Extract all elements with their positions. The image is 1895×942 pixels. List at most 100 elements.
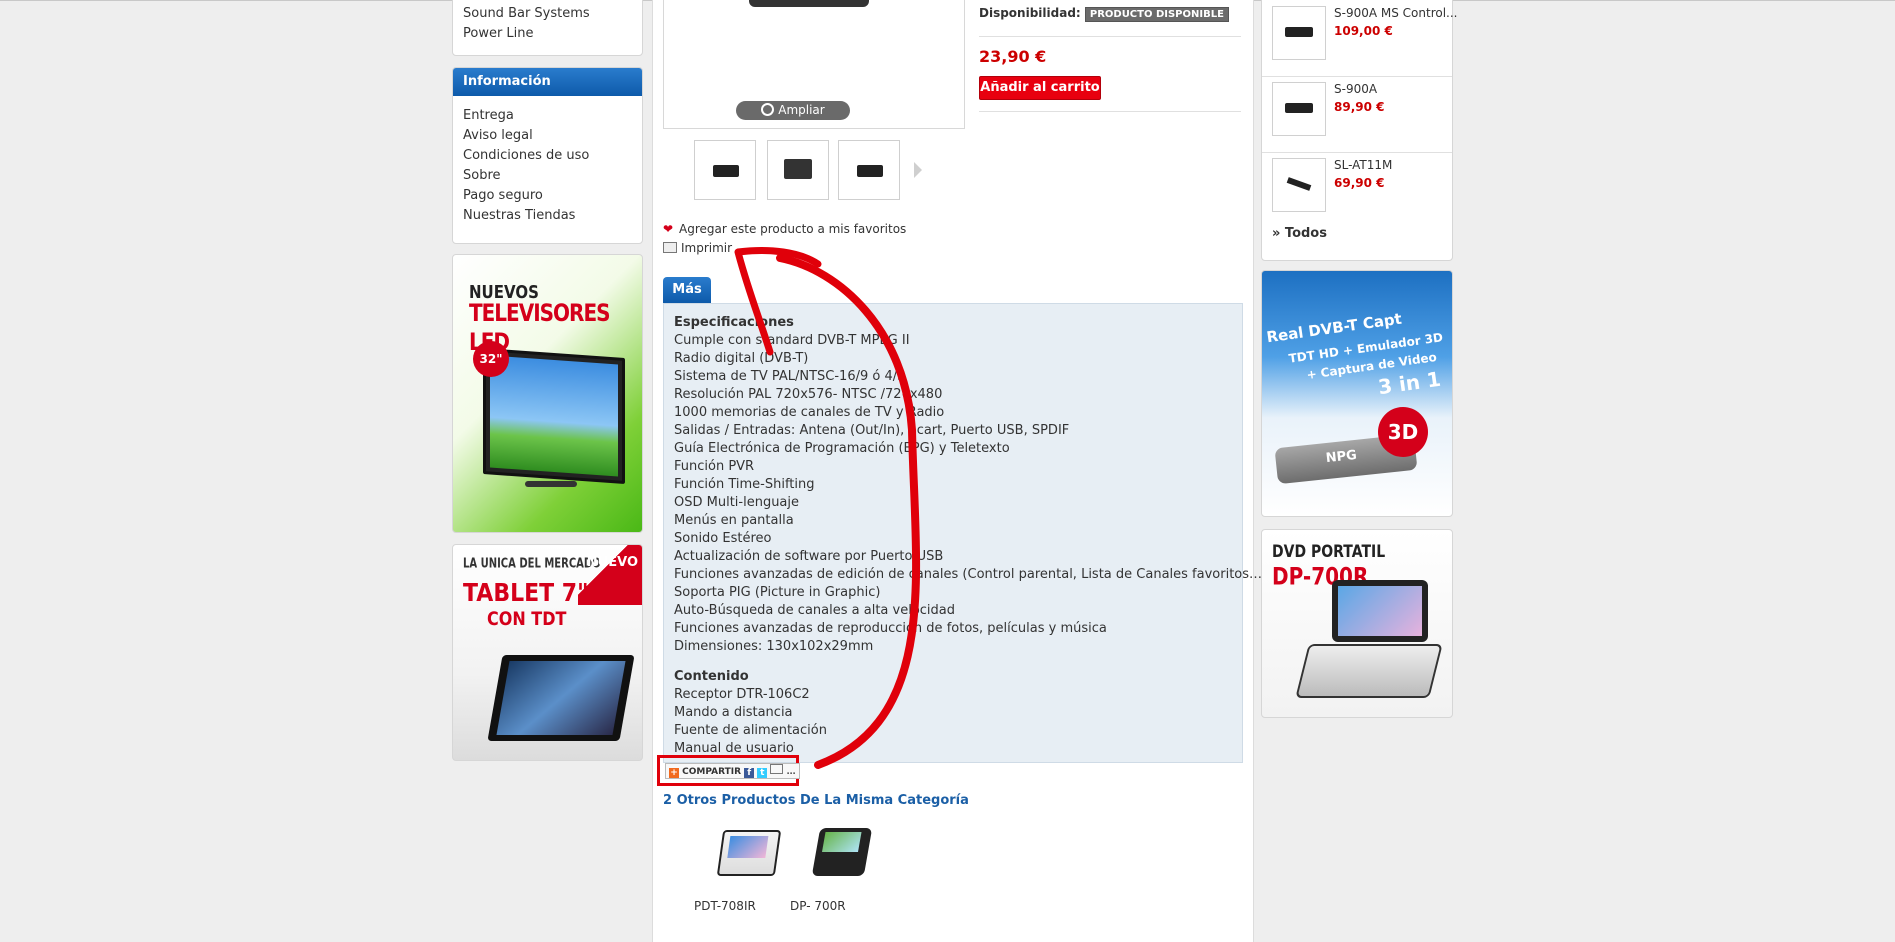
tab-mas[interactable]: Más [663,277,711,303]
heart-icon: ❤ [663,222,674,236]
spec-heading: Especificaciones [674,315,794,330]
facebook-icon[interactable]: f [744,768,755,778]
favorites-row[interactable]: ❤ Agregar este producto a mis favoritos [663,222,906,236]
spec-item: OSD Multi-lenguaje [674,495,800,510]
sidebar-product-2-price: 89,90 € [1334,100,1385,114]
sidebar-product-2[interactable]: S-900A 89,90 € [1262,76,1452,153]
print-link[interactable]: Imprimir [681,241,732,255]
related-product-2-name[interactable]: DP- 700R [790,899,846,913]
sidebar-product-1-name[interactable]: S-900A MS Control... [1334,6,1457,20]
category-link-soundbar[interactable]: Sound Bar Systems [463,4,632,24]
spec-item: Funciones avanzadas de reproducción de f… [674,621,1107,636]
content-item: Receptor DTR-106C2 [674,687,810,702]
print-row[interactable]: Imprimir [663,241,732,255]
spec-item: Cumple con standard DVB-T MPEG II [674,333,910,348]
banner-tablet-line3: CON TDT [487,607,567,630]
share-button[interactable]: + COMPARTIR f t … [665,763,800,779]
availability-badge: PRODUCTO DISPONIBLE [1084,7,1229,22]
info-box-title: Información [453,68,642,96]
sidebar-product-1[interactable]: S-900A MS Control... 109,00 € [1262,0,1457,77]
content-item: Fuente de alimentación [674,723,827,738]
content-heading: Contenido [674,669,749,684]
banner-3d-badge: 3D [1378,407,1428,457]
related-product-1-name[interactable]: PDT-708IR [694,899,756,913]
share-label: COMPARTIR [682,767,742,777]
spec-item: Sistema de TV PAL/NTSC-16/9 ó 4/3 [674,369,906,384]
sidebar-product-3[interactable]: SL-AT11M 69,90 € [1262,152,1452,228]
spec-item: Función Time-Shifting [674,477,815,492]
product-image [749,0,869,7]
related-product-2[interactable]: DP- 700R [788,822,878,922]
zoom-button[interactable]: Ampliar [736,101,850,120]
spec-item: Guía Electrónica de Programación (EPG) y… [674,441,1010,456]
sidebar-product-2-name[interactable]: S-900A [1334,82,1377,96]
availability-row: Disponibilidad: PRODUCTO DISPONIBLE [979,6,1241,37]
product-price: 23,90 € [979,47,1047,66]
dvd-player-image [1332,580,1428,642]
info-link-tiendas[interactable]: Nuestras Tiendas [463,206,632,226]
related-product-2-image [811,828,873,876]
thumbnail-next-arrow-icon[interactable] [914,162,922,178]
printer-icon [663,242,677,253]
specifications-panel: Especificaciones Cumple con standard DVB… [663,303,1268,763]
info-box: Información Entrega Aviso legal Condicio… [452,67,643,244]
zoom-icon [761,103,775,116]
sidebar-product-3-name[interactable]: SL-AT11M [1334,158,1392,172]
spec-list: Cumple con standard DVB-T MPEG II Radio d… [674,332,1268,656]
banner-tablet-line2: TABLET 7" [463,579,589,608]
banner-tablet[interactable]: LA UNICA DEL MERCADO TABLET 7" CON TDT N… [452,544,643,761]
sidebar-all-link[interactable]: » Todos [1272,226,1327,241]
twitter-icon[interactable]: t [757,768,768,778]
thumbnail-1[interactable] [694,140,756,200]
info-link-aviso[interactable]: Aviso legal [463,126,632,146]
sidebar-product-3-price: 69,90 € [1334,176,1385,190]
email-icon[interactable] [770,764,784,774]
category-link-powerline[interactable]: Power Line [463,24,632,44]
tv-size-badge: 32" [473,341,509,377]
banner-dvd-portatil[interactable]: DVD PORTATIL DP-700R [1261,529,1453,718]
related-title: 2 Otros Productos De La Misma Categoría [663,793,969,808]
banner-televisores-led[interactable]: NUEVOS TELEVISORES LED 32" [452,254,643,533]
plus-icon: + [669,768,679,778]
banner-3d-line4: 3 in 1 [1376,366,1443,400]
spec-item: Salidas / Entradas: Antena (Out/In), Sca… [674,423,1070,438]
categories-box: Sound Bar Systems Power Line [452,0,643,56]
spec-item: Auto-Búsqueda de canales a alta velocida… [674,603,955,618]
sidebar-product-1-price: 109,00 € [1334,24,1393,38]
tv-stand [525,481,577,487]
content-item: Mando a distancia [674,705,793,720]
dvd-player-base [1295,644,1443,698]
spec-item: Radio digital (DVB-T) [674,351,809,366]
thumbnail-2[interactable] [767,140,829,200]
spec-item: Funciones avanzadas de edición de canale… [674,567,1268,582]
spec-item: Menús en pantalla [674,513,794,528]
spec-item: Dimensiones: 130x102x29mm [674,639,874,654]
price-divider [979,111,1241,112]
spec-item: Sonido Estéreo [674,531,772,546]
sidebar-product-3-image [1272,158,1326,212]
tablet-image [487,655,635,741]
banner-ribbon-label: NUEVO [586,555,638,570]
sidebar-product-1-image [1272,6,1326,60]
zoom-label: Ampliar [778,103,825,117]
info-link-sobre[interactable]: Sobre [463,166,632,186]
spec-item: Resolución PAL 720x576- NTSC /720x480 [674,387,943,402]
favorites-link[interactable]: Agregar este producto a mis favoritos [679,222,906,236]
info-link-pago[interactable]: Pago seguro [463,186,632,206]
availability-label: Disponibilidad: [979,6,1081,20]
product-image-frame: Ampliar [663,0,965,129]
banner-ribbon: NUEVO [578,545,642,605]
info-link-condiciones[interactable]: Condiciones de uso [463,146,632,166]
more-icon[interactable]: … [787,767,796,777]
thumbnail-3[interactable] [838,140,900,200]
spec-item: Función PVR [674,459,755,474]
related-product-1-image [716,830,782,876]
sidebar-product-2-image [1272,82,1326,136]
banner-dvbt-3d[interactable]: Real DVB-T Capt TDT HD + Emulador 3D + C… [1261,270,1453,517]
content-list: Receptor DTR-106C2 Mando a distancia Fuent… [674,686,1242,758]
usb-stick-brand: NPG [1325,447,1358,467]
spec-item: Soporta PIG (Picture in Graphic) [674,585,881,600]
add-to-cart-button[interactable]: Añadir al carrito [979,76,1101,100]
related-product-1[interactable]: PDT-708IR [690,822,782,922]
info-link-entrega[interactable]: Entrega [463,106,632,126]
